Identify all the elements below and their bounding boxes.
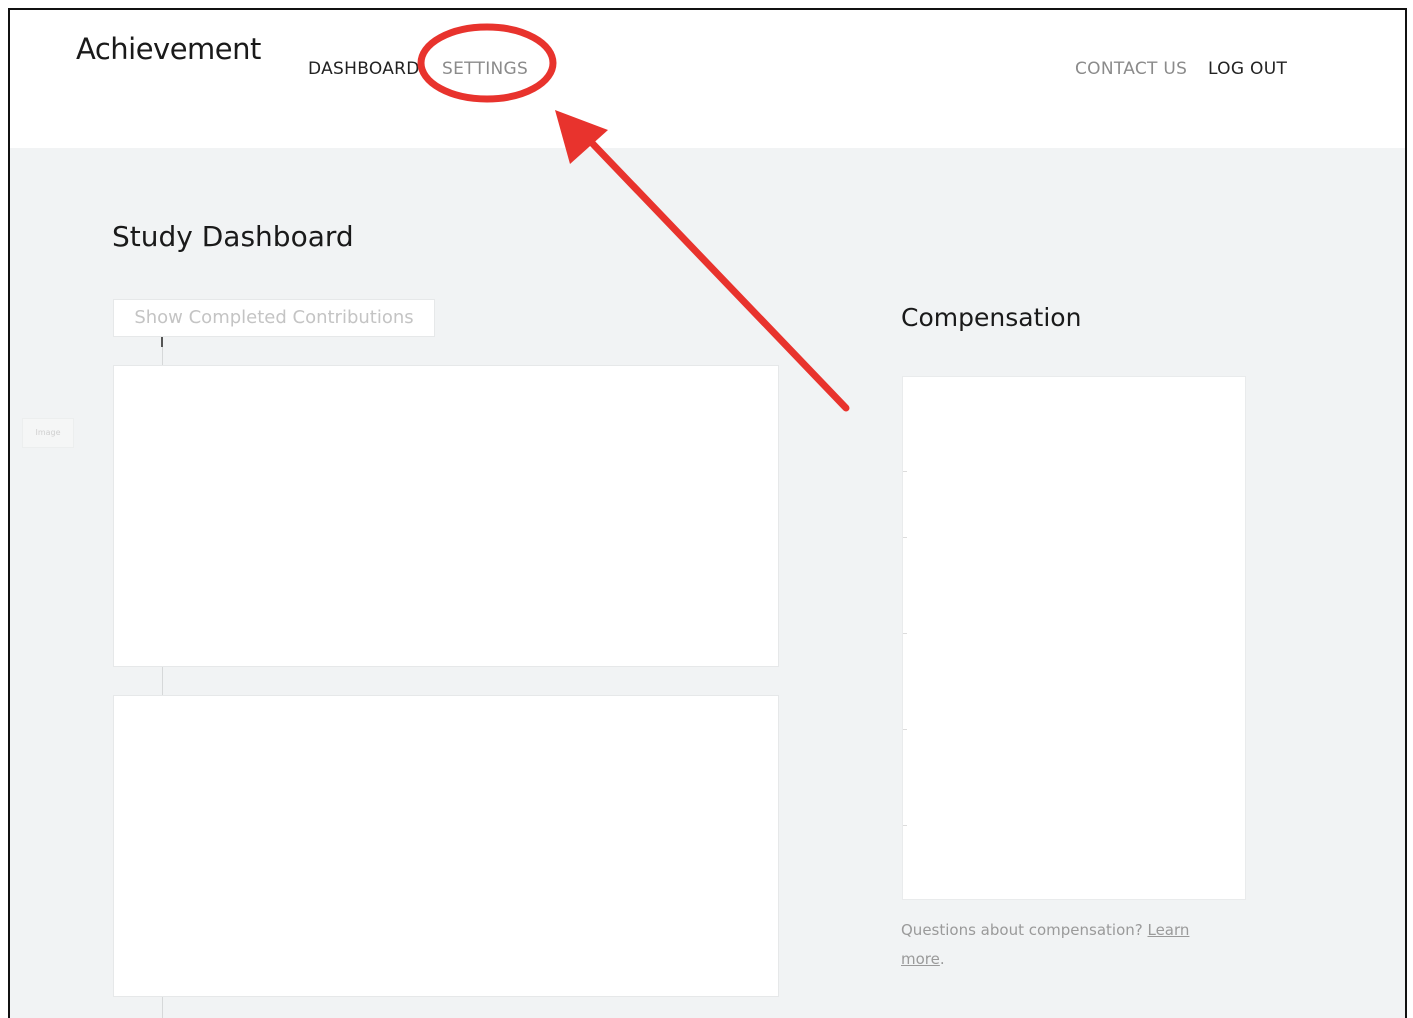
compensation-help-suffix: . xyxy=(939,950,945,968)
compensation-card-tick xyxy=(903,633,907,634)
compensation-card-tick xyxy=(903,729,907,730)
compensation-card xyxy=(902,376,1246,900)
app-logo[interactable]: Achievement xyxy=(76,32,261,66)
show-completed-contributions-button[interactable]: Show Completed Contributions xyxy=(113,299,435,337)
top-header: Achievement DASHBOARD SETTINGS CONTACT U… xyxy=(10,10,1405,148)
browser-frame: Achievement DASHBOARD SETTINGS CONTACT U… xyxy=(8,8,1407,1018)
nav-log-out-link[interactable]: LOG OUT xyxy=(1208,59,1287,79)
compensation-card-tick xyxy=(903,825,907,826)
compensation-help-text: Questions about compensation? Learn more… xyxy=(901,916,1221,974)
nav-contact-us-link[interactable]: CONTACT US xyxy=(1075,59,1187,79)
nav-settings-link[interactable]: SETTINGS xyxy=(442,59,528,79)
nav-dashboard-link[interactable]: DASHBOARD xyxy=(308,59,420,79)
compensation-card-tick xyxy=(903,537,907,538)
compensation-title: Compensation xyxy=(901,303,1082,332)
timeline-marker xyxy=(161,337,163,347)
image-placeholder: Image xyxy=(22,418,74,448)
compensation-help-question: Questions about compensation? xyxy=(901,921,1148,939)
dashboard-main: Study Dashboard Show Completed Contribut… xyxy=(10,148,1405,1018)
page-title: Study Dashboard xyxy=(112,220,354,253)
compensation-card-tick xyxy=(903,471,907,472)
contribution-card[interactable] xyxy=(113,365,779,667)
contribution-card[interactable] xyxy=(113,695,779,997)
